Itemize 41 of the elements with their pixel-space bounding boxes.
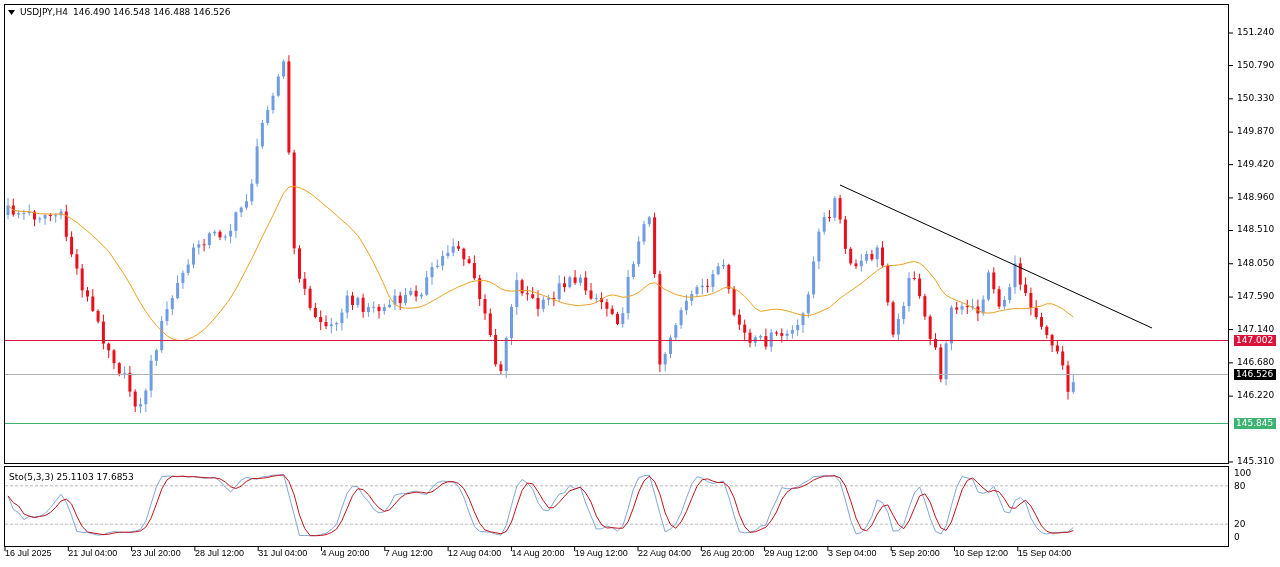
price-tick-label: 146.220: [1237, 390, 1275, 402]
time-label: 23 Jul 20:00: [131, 548, 181, 559]
time-label: 19 Aug 12:00: [574, 548, 628, 559]
price-tick-label: 148.510: [1237, 224, 1275, 236]
time-label: 4 Aug 20:00: [321, 548, 370, 559]
price-marker-label: 145.845: [1234, 417, 1276, 429]
price-tick-label: 149.420: [1237, 158, 1275, 170]
time-label: 28 Jul 12:00: [194, 548, 244, 559]
price-tick-label: 145.310: [1237, 455, 1275, 467]
time-label: 31 Jul 04:00: [258, 548, 308, 559]
time-label: 12 Aug 04:00: [448, 548, 502, 559]
time-label: 10 Sep 12:00: [954, 548, 1009, 559]
time-label: 7 Aug 12:00: [384, 548, 433, 559]
price-tick-label: 149.870: [1237, 126, 1275, 138]
time-label: 21 Jul 04:00: [68, 548, 118, 559]
time-label: 26 Aug 20:00: [701, 548, 755, 559]
symbol-label: USDJPY,H4: [20, 6, 68, 19]
price-quotes: 146.490 146.548 146.488 146.526: [72, 6, 231, 19]
price-tick-label: 151.240: [1237, 27, 1275, 38]
level-label: 80: [1234, 480, 1246, 491]
price-tick-label: 148.050: [1237, 257, 1275, 269]
price-tick-label: 148.960: [1237, 191, 1275, 203]
time-label: 22 Aug 04:00: [638, 548, 692, 559]
price-tick-label: 147.590: [1237, 291, 1275, 303]
dropdown-icon[interactable]: [8, 10, 15, 16]
time-label: 3 Sep 04:00: [827, 548, 877, 559]
price-tick-label: 146.680: [1237, 356, 1275, 368]
time-label: 14 Aug 20:00: [511, 548, 565, 559]
time-label: 16 Jul 2025: [5, 548, 52, 559]
price-tick-label: 150.330: [1237, 92, 1275, 104]
level-label: 0: [1234, 532, 1240, 542]
level-label: 20: [1234, 519, 1246, 530]
indicator-label: Sto(5,3,3) 25.1103 17.6853: [9, 471, 134, 484]
time-label: 5 Sep 20:00: [891, 548, 940, 559]
price-marker-label: 146.526: [1234, 368, 1276, 380]
time-label: 29 Aug 12:00: [764, 548, 818, 559]
price-tick-label: 150.790: [1237, 59, 1275, 71]
time-label: 15 Sep 04:00: [1017, 548, 1072, 559]
level-label: 100: [1234, 468, 1252, 478]
price-marker-label: 147.002: [1234, 334, 1276, 346]
price-tick-label: 147.140: [1237, 323, 1275, 335]
